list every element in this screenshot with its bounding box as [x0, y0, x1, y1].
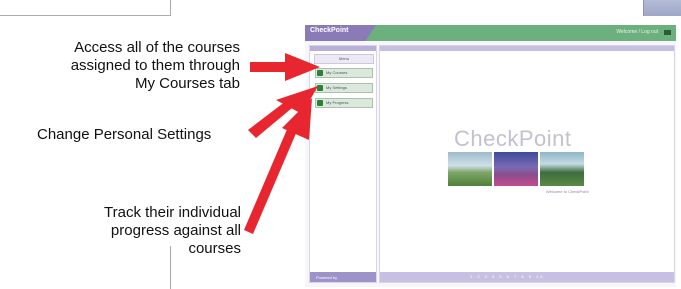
arrow-courses-head: [285, 53, 320, 81]
arrow-courses-shaft: [250, 62, 288, 72]
arrow-settings-shaft: [248, 101, 292, 138]
arrow-courses: [250, 53, 320, 81]
arrow-progress-shaft: [244, 120, 300, 234]
arrows-layer: [244, 53, 320, 234]
